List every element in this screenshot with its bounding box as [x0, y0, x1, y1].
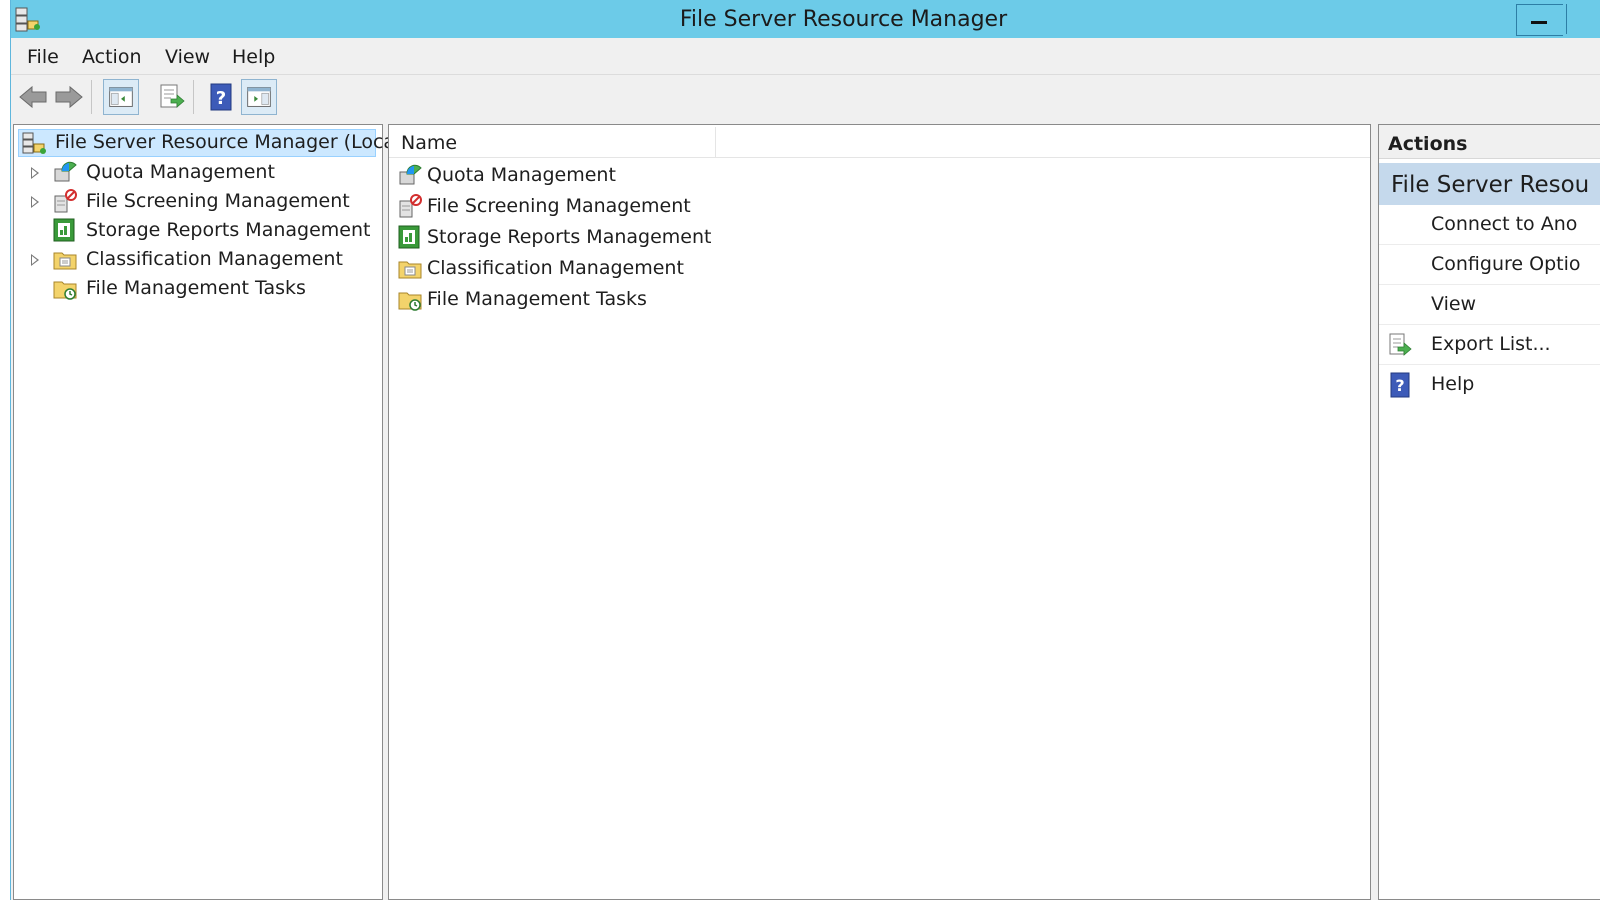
quota-icon [399, 164, 422, 185]
menu-view[interactable]: View [165, 38, 210, 74]
show-hide-action-pane-icon[interactable] [241, 79, 277, 115]
help-icon[interactable]: ? [203, 79, 239, 115]
menu-bar: File Action View Help [11, 38, 1600, 75]
expand-arrow-icon[interactable] [31, 196, 39, 208]
tree-item-file-screening-management[interactable]: File Screening Management [14, 188, 374, 216]
minimize-button[interactable] [1516, 4, 1563, 36]
list-header: Name [389, 127, 1370, 158]
svg-text:?: ? [216, 88, 226, 109]
list-row-file-screening-management[interactable]: File Screening Management [397, 192, 897, 222]
tree-item-classification-management[interactable]: Classification Management [14, 246, 374, 274]
action-view[interactable]: View [1379, 285, 1600, 325]
actions-section-title[interactable]: File Server Resou [1379, 163, 1600, 205]
classification-icon [398, 261, 422, 279]
window-title: File Server Resource Manager [679, 7, 1008, 32]
tree-item-quota-management[interactable]: Quota Management [14, 159, 374, 187]
file-management-tasks-icon [398, 292, 422, 311]
console-tree-pane: File Server Resource Manager (Local) Quo… [13, 124, 408, 900]
menu-file[interactable]: File [27, 38, 59, 74]
toolbar: ? [11, 75, 1600, 120]
file-screening-icon [399, 194, 422, 218]
actions-pane: Actions File Server Resou Connect to Ano… [1378, 124, 1600, 900]
forward-icon[interactable] [51, 79, 87, 115]
menu-help[interactable]: Help [232, 38, 275, 74]
action-help[interactable]: ? Help [1379, 365, 1600, 405]
toolbar-separator [91, 80, 92, 114]
storage-reports-icon [398, 225, 420, 249]
tree-root-item[interactable]: File Server Resource Manager (Local) [18, 129, 408, 157]
list-row-quota-management[interactable]: Quota Management [397, 161, 897, 191]
action-configure-options[interactable]: Configure Optio [1379, 245, 1600, 285]
list-row-file-management-tasks[interactable]: File Management Tasks [397, 285, 897, 315]
classification-icon [53, 252, 77, 270]
toolbar-separator [193, 80, 194, 114]
list-row-storage-reports-management[interactable]: Storage Reports Management [397, 223, 897, 253]
expand-arrow-icon[interactable] [31, 167, 39, 179]
expand-arrow-icon[interactable] [31, 254, 39, 266]
fsrm-window: File Server Resource Manager File Action… [10, 0, 1600, 900]
menu-action[interactable]: Action [82, 38, 142, 74]
file-screening-icon [54, 189, 77, 213]
svg-text:?: ? [1395, 376, 1404, 395]
storage-reports-icon [53, 218, 75, 242]
title-bar: File Server Resource Manager [11, 0, 1600, 38]
quota-icon [54, 161, 77, 182]
tree-item-file-management-tasks[interactable]: File Management Tasks [14, 275, 374, 303]
back-icon[interactable] [15, 79, 51, 115]
result-list-pane: Name Quota Management File Screening Man… [388, 124, 1371, 900]
action-connect-to-another-computer[interactable]: Connect to Ano [1379, 205, 1600, 245]
list-row-classification-management[interactable]: Classification Management [397, 254, 897, 284]
show-hide-console-tree-icon[interactable] [103, 79, 139, 115]
server-icon [22, 132, 46, 154]
file-management-tasks-icon [53, 281, 77, 300]
column-header-name[interactable]: Name [389, 127, 716, 157]
actions-header: Actions [1379, 125, 1600, 159]
export-list-icon [1389, 333, 1412, 356]
maximize-button[interactable] [1566, 4, 1600, 34]
help-icon: ? [1390, 372, 1410, 398]
action-export-list[interactable]: Export List... [1379, 325, 1600, 365]
tree-item-storage-reports-management[interactable]: Storage Reports Management [14, 217, 374, 245]
export-list-icon[interactable] [153, 79, 189, 115]
